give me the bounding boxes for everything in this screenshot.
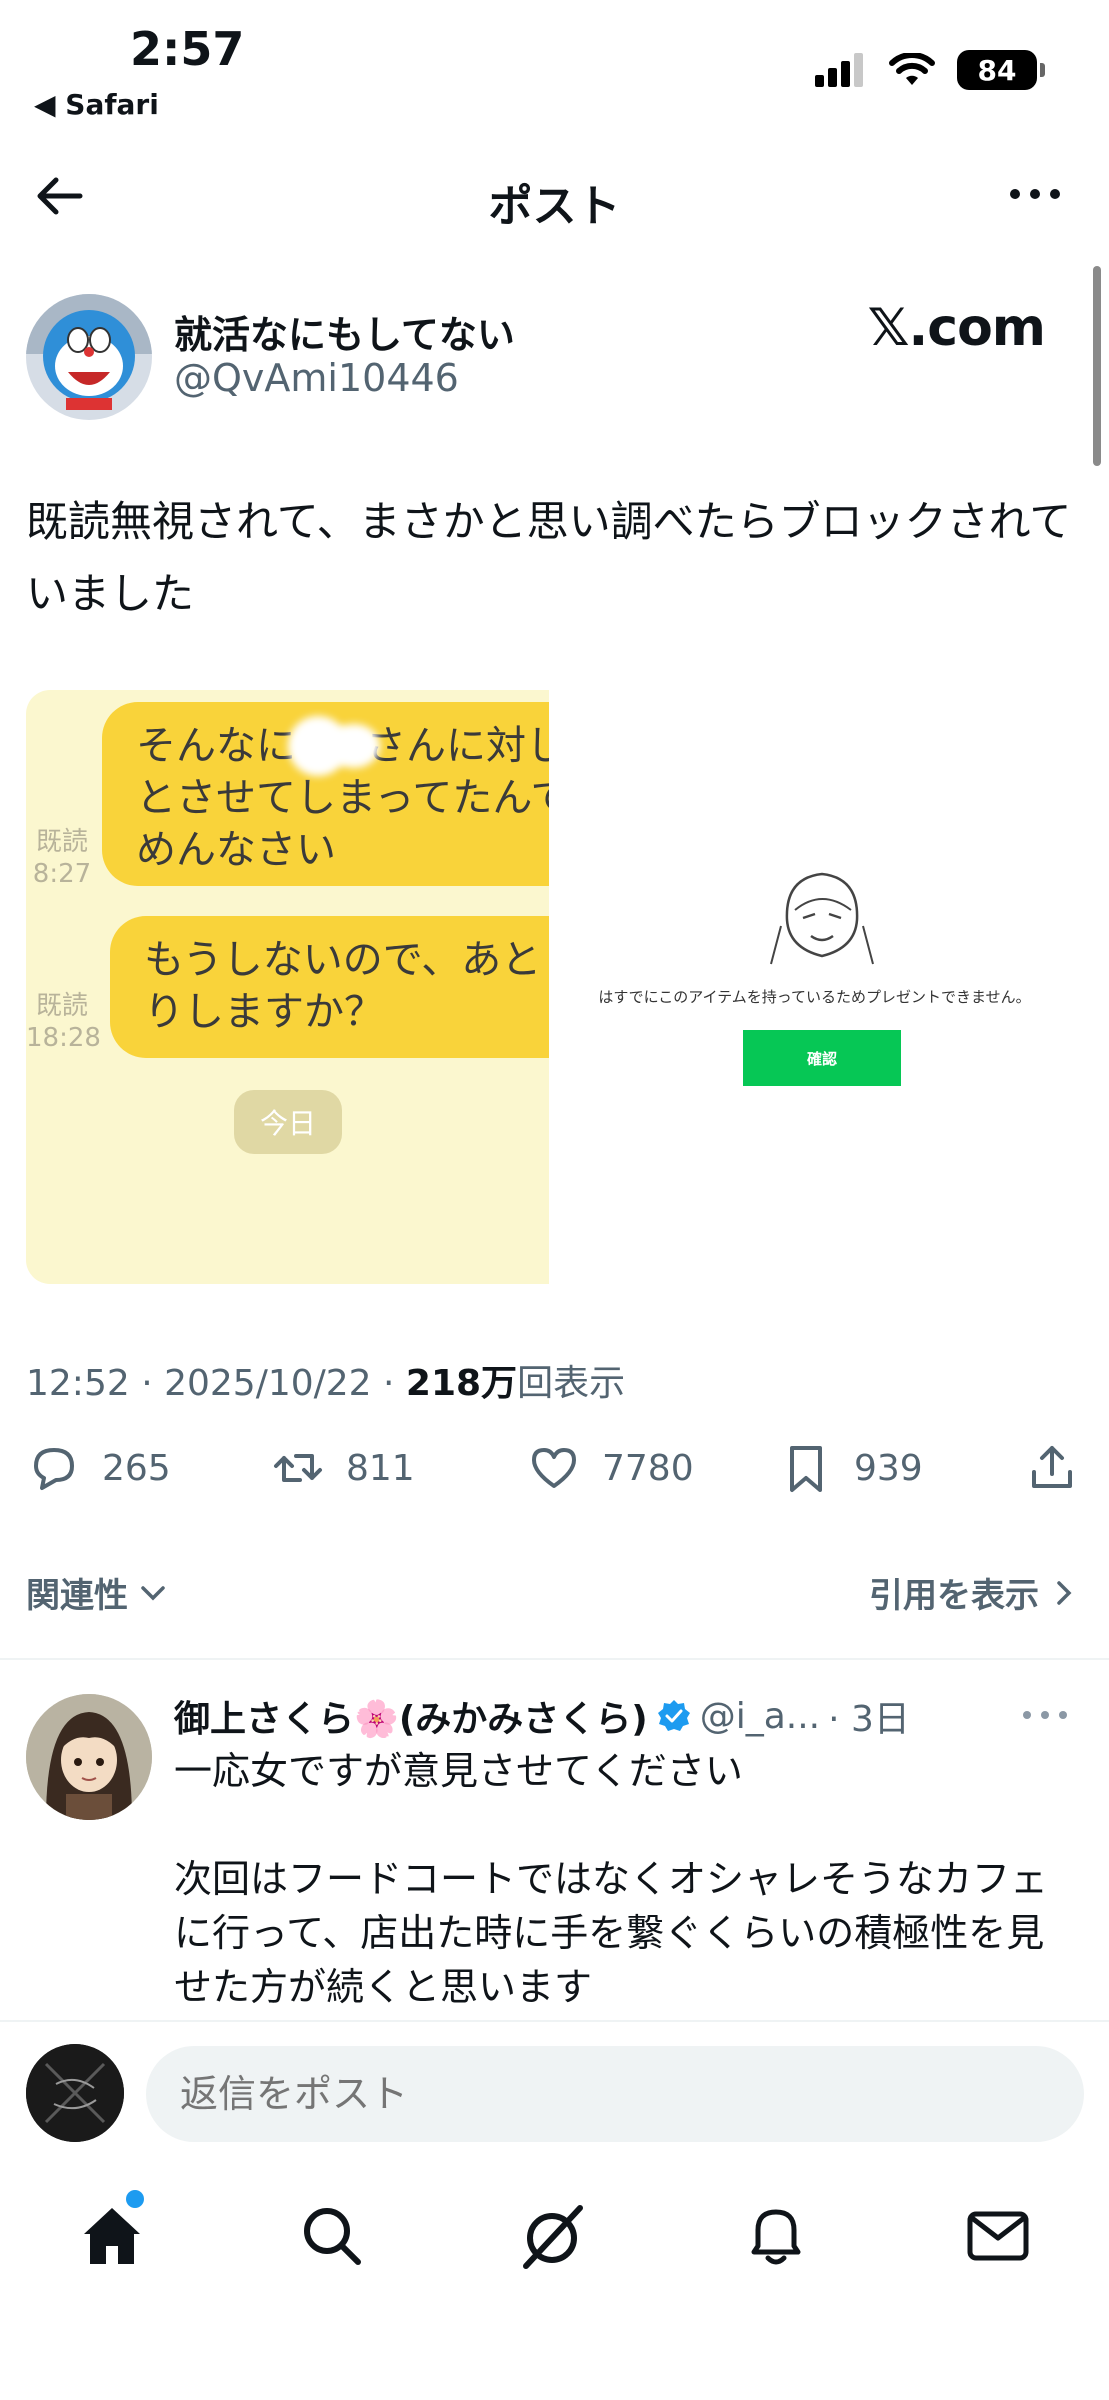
battery-indicator: 84: [957, 50, 1045, 90]
wifi-icon: [889, 53, 935, 85]
reply-author-name[interactable]: 御上さくら🌸(みかみさくら): [174, 1690, 648, 1742]
battery-level: 84: [977, 53, 1017, 87]
post-actions: 265 811 7780 939: [26, 1440, 1086, 1510]
home-notification-dot: [126, 2190, 144, 2208]
sort-dropdown[interactable]: 関連性: [26, 1568, 170, 1617]
share-button[interactable]: [1024, 1440, 1080, 1496]
post-text: 既読無視されて、まさかと思い調べたらブロックされていました: [26, 497, 1072, 618]
bookmark-button[interactable]: 939: [778, 1440, 923, 1496]
reply-author-avatar[interactable]: [26, 1694, 152, 1820]
more-options-icon[interactable]: [1005, 174, 1065, 214]
date-chip-today: 今日: [234, 1090, 342, 1154]
status-time: 2:57: [130, 22, 245, 76]
back-to-safari[interactable]: ◀ Safari: [34, 88, 159, 121]
repost-count: 811: [346, 1447, 415, 1489]
media-image-left[interactable]: そんなに さんに対し とさせてしまってたんて めんなさい 既読 8:27 もうしな…: [26, 690, 549, 1284]
sketch-character-icon: [770, 872, 874, 965]
scrollbar[interactable]: [1093, 266, 1101, 466]
confirm-button: 確認: [743, 1030, 901, 1086]
bubble1-line1: そんなに: [136, 723, 296, 769]
divider: [0, 1658, 1109, 1660]
reply-text-line: 一応女ですが意見させてください: [174, 1749, 743, 1793]
home-icon[interactable]: [76, 2200, 148, 2272]
like-button[interactable]: 7780: [526, 1440, 694, 1496]
heart-icon: [532, 1448, 576, 1488]
chevron-right-icon: [1057, 1580, 1072, 1605]
chat-bubble-2: もうしないので、あと りしますか？: [110, 916, 549, 1058]
read-time: 8:27: [32, 859, 92, 889]
chevron-down-icon: [141, 1585, 165, 1600]
bubble1-line3: めんなさい: [136, 827, 336, 873]
reply-author-handle[interactable]: @i_a...: [700, 1696, 820, 1737]
verified-badge-icon: [657, 1700, 690, 1731]
repost-icon: [274, 1454, 322, 1482]
post-header: ポスト: [0, 150, 1109, 240]
views-label: 回表示: [517, 1363, 626, 1404]
reply-button[interactable]: 265: [26, 1440, 171, 1496]
signal-icon: [815, 53, 863, 87]
post-meta: 12:52 · 2025/10/22 · 218万回表示: [26, 1354, 625, 1406]
reply-input[interactable]: [146, 2046, 1084, 2142]
bookmark-icon: [790, 1446, 822, 1492]
sort-label: 関連性: [26, 1576, 128, 1616]
reply-composer: [0, 2020, 1109, 2178]
bookmark-count: 939: [854, 1447, 923, 1489]
current-user-avatar[interactable]: [26, 2044, 124, 2142]
reply-more-icon[interactable]: [1015, 1700, 1075, 1730]
read-label: 既読: [35, 991, 88, 1021]
status-indicators: 84: [815, 50, 1045, 90]
read-time: 18:28: [26, 1023, 101, 1053]
read-receipt-1: 既読 8:27: [26, 826, 98, 890]
reply-text: 一応女ですが意見させてください 次回はフードコートではなくオシャレそうなカフェに…: [174, 1744, 1074, 2014]
reply-icon: [34, 1448, 74, 1490]
back-app-label: ◀ Safari: [34, 88, 159, 121]
bubble1-line1-suffix: さんに対し: [366, 723, 549, 769]
like-count: 7780: [602, 1447, 694, 1489]
bubble1-line2: とさせてしまってたんて: [136, 775, 549, 821]
post-timestamp: 12:52 · 2025/10/22 ·: [26, 1363, 406, 1404]
bottom-navigation: [0, 2180, 1109, 2290]
share-icon: [1032, 1446, 1072, 1488]
view-quotes-link[interactable]: 引用を表示: [869, 1568, 1075, 1617]
author-avatar[interactable]: [26, 294, 152, 420]
author-name[interactable]: 就活なにもしてない: [174, 304, 515, 359]
messages-icon[interactable]: [962, 2200, 1034, 2272]
present-error-message: はすでにこのアイテムを持っているためプレゼントできません。: [598, 988, 1031, 1006]
repost-button[interactable]: 811: [270, 1440, 415, 1496]
bubble2-line1: もうしないので、あと: [144, 937, 542, 983]
views-count: 218万: [405, 1363, 518, 1404]
quotes-label: 引用を表示: [869, 1576, 1039, 1616]
search-icon[interactable]: [296, 2200, 368, 2272]
read-label: 既読: [35, 827, 88, 857]
reply-count: 265: [102, 1447, 171, 1489]
grok-icon[interactable]: [516, 2200, 588, 2272]
redaction-blur: [328, 724, 380, 768]
bubble2-line2: りしますか？: [144, 989, 384, 1035]
author-handle[interactable]: @QvAmi10446: [174, 356, 459, 400]
reply-header: 御上さくら🌸(みかみさくら) @i_a... · 3日: [174, 1690, 910, 1742]
page-title: ポスト: [488, 181, 621, 232]
media-image-right[interactable]: はすでにこのアイテムを持っているためプレゼントできません。 確認: [549, 690, 1080, 1284]
source-label: 𝕏.com: [867, 298, 1046, 358]
notifications-icon[interactable]: [740, 2200, 812, 2272]
read-receipt-2: 既読 18:28: [26, 990, 101, 1054]
reply-text-line: [174, 1798, 1074, 1852]
reply-age: · 3日: [828, 1699, 910, 1740]
post-media[interactable]: そんなに さんに対し とさせてしまってたんて めんなさい 既読 8:27 もうしな…: [26, 690, 1080, 1284]
reply-text-line: 次回はフードコートではなくオシャレそうなカフェに行って、店出た時に手を繋ぐくらい…: [174, 1857, 1049, 2009]
